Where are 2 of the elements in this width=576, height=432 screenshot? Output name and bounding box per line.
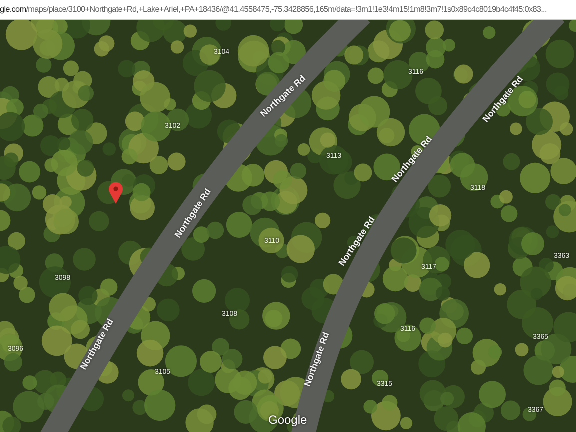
location-pin-icon[interactable] <box>109 182 123 204</box>
map-attribution: Google <box>268 412 308 429</box>
